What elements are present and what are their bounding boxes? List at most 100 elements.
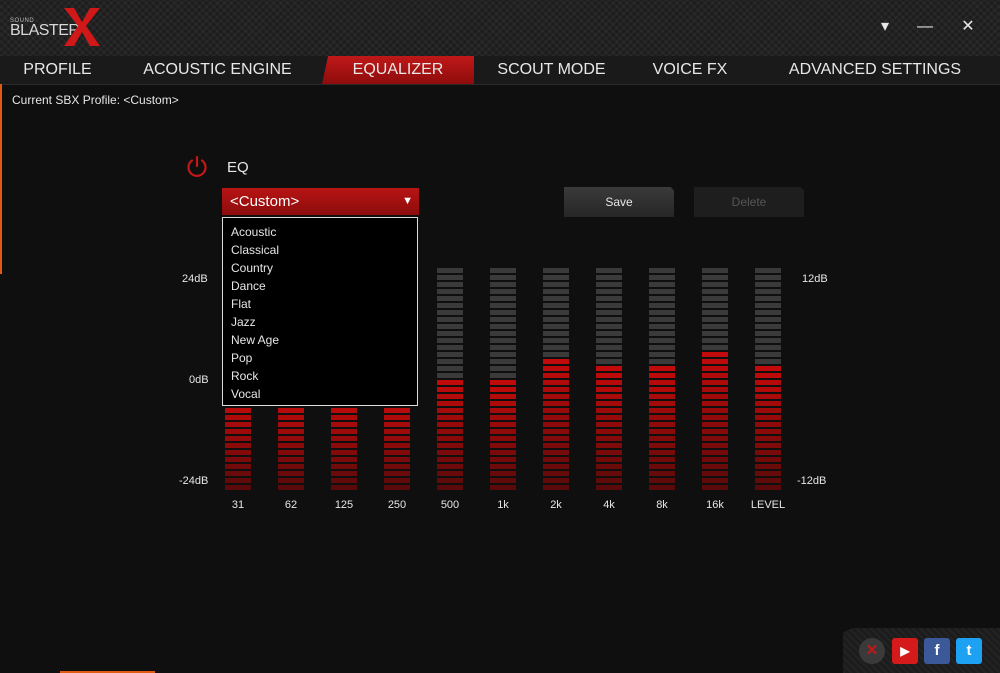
eq-segment: [649, 457, 675, 462]
power-icon[interactable]: [185, 155, 209, 179]
eq-segment: [278, 408, 304, 413]
eq-band-level[interactable]: [755, 268, 781, 492]
delete-button[interactable]: Delete: [694, 187, 804, 217]
eq-band-500[interactable]: [437, 268, 463, 492]
eq-segment: [490, 268, 516, 273]
eq-segment: [437, 443, 463, 448]
eq-segment: [490, 359, 516, 364]
eq-band-label: 16k: [706, 499, 724, 511]
eq-segment: [331, 429, 357, 434]
eq-segment: [596, 429, 622, 434]
eq-segment: [596, 359, 622, 364]
left-scale-mid: 0dB: [189, 374, 209, 386]
eq-segment: [649, 471, 675, 476]
eq-segment: [543, 401, 569, 406]
preset-option-acoustic[interactable]: Acoustic: [223, 223, 417, 241]
eq-segment: [702, 352, 728, 357]
preset-option-classical[interactable]: Classical: [223, 241, 417, 259]
eq-segment: [596, 387, 622, 392]
save-button[interactable]: Save: [564, 187, 674, 217]
eq-segment: [331, 457, 357, 462]
preset-select[interactable]: <Custom> ▼: [222, 188, 419, 215]
eq-segment: [543, 387, 569, 392]
tab-voice-fx[interactable]: VOICE FX: [640, 56, 740, 84]
eq-segment: [225, 485, 251, 490]
eq-segment: [490, 352, 516, 357]
eq-segment: [437, 464, 463, 469]
eq-segment: [278, 478, 304, 483]
eq-segment: [278, 485, 304, 490]
eq-segment: [755, 303, 781, 308]
eq-band-label: 250: [387, 499, 407, 511]
preset-option-flat[interactable]: Flat: [223, 295, 417, 313]
eq-segment: [384, 415, 410, 420]
tab-advanced-settings[interactable]: ADVANCED SETTINGS: [782, 56, 968, 84]
close-button[interactable]: ✕: [955, 14, 981, 40]
eq-segment: [702, 373, 728, 378]
youtube-icon: ▶: [900, 644, 910, 658]
collapse-button[interactable]: —: [912, 14, 938, 40]
eq-segment: [755, 485, 781, 490]
eq-segment: [437, 352, 463, 357]
minimize-button[interactable]: ▾: [872, 14, 898, 40]
preset-option-new-age[interactable]: New Age: [223, 331, 417, 349]
eq-band-label: 125: [334, 499, 354, 511]
preset-option-rock[interactable]: Rock: [223, 367, 417, 385]
eq-segment: [649, 415, 675, 420]
eq-segment: [649, 303, 675, 308]
minimize-icon: —: [917, 18, 933, 35]
social-icon-0[interactable]: ✕: [859, 638, 885, 664]
eq-segment: [649, 366, 675, 371]
preset-option-vocal[interactable]: Vocal: [223, 385, 417, 403]
eq-segment: [543, 359, 569, 364]
eq-band-label: 31: [231, 499, 245, 511]
eq-segment: [649, 450, 675, 455]
eq-segment: [596, 345, 622, 350]
preset-option-jazz[interactable]: Jazz: [223, 313, 417, 331]
eq-segment: [702, 303, 728, 308]
eq-segment: [490, 282, 516, 287]
preset-option-pop[interactable]: Pop: [223, 349, 417, 367]
eq-band-4k[interactable]: [596, 268, 622, 492]
eq-segment: [543, 443, 569, 448]
eq-segment: [490, 450, 516, 455]
tab-profile[interactable]: PROFILE: [10, 56, 105, 84]
eq-segment: [596, 450, 622, 455]
eq-segment: [702, 345, 728, 350]
eq-segment: [490, 303, 516, 308]
eq-segment: [437, 310, 463, 315]
eq-segment: [543, 345, 569, 350]
tab-scout-mode[interactable]: SCOUT MODE: [490, 56, 613, 84]
preset-option-dance[interactable]: Dance: [223, 277, 417, 295]
eq-band-16k[interactable]: [702, 268, 728, 492]
eq-segment: [702, 275, 728, 280]
eq-segment: [490, 471, 516, 476]
left-scale-top: 24dB: [182, 273, 208, 285]
eq-band-8k[interactable]: [649, 268, 675, 492]
eq-segment: [702, 429, 728, 434]
eq-segment: [331, 478, 357, 483]
eq-segment: [596, 471, 622, 476]
eq-segment: [649, 275, 675, 280]
social-icon-2[interactable]: f: [924, 638, 950, 664]
eq-segment: [437, 415, 463, 420]
tab-acoustic-engine[interactable]: ACOUSTIC ENGINE: [135, 56, 300, 84]
eq-segment: [331, 450, 357, 455]
social-icon-3[interactable]: t: [956, 638, 982, 664]
eq-segment: [543, 457, 569, 462]
eq-band-1k[interactable]: [490, 268, 516, 492]
eq-segment: [490, 387, 516, 392]
eq-segment: [490, 373, 516, 378]
preset-option-country[interactable]: Country: [223, 259, 417, 277]
tab-equalizer[interactable]: EQUALIZER: [322, 56, 474, 84]
eq-segment: [437, 317, 463, 322]
right-scale-top: 12dB: [802, 273, 828, 285]
eq-band-2k[interactable]: [543, 268, 569, 492]
social-icon-1[interactable]: ▶: [892, 638, 918, 664]
eq-segment: [649, 331, 675, 336]
eq-segment: [278, 471, 304, 476]
eq-segment: [225, 436, 251, 441]
eq-segment: [755, 429, 781, 434]
eq-segment: [649, 485, 675, 490]
eq-band-label: LEVEL: [750, 499, 786, 511]
